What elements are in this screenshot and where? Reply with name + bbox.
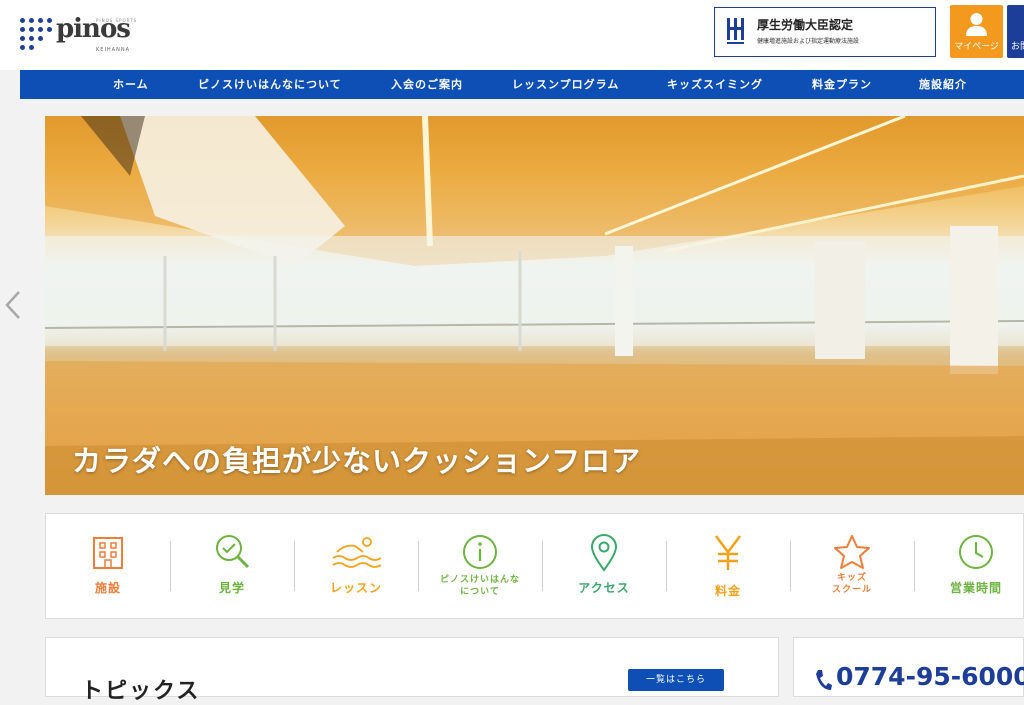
quick-links-bar: 施設 見学 レッスン ピノスけいはんな について アクセス 料金 キッズ スクー… — [45, 513, 1024, 619]
search-check-icon — [216, 535, 250, 569]
logo-tagline: KEIHANNA — [96, 47, 130, 53]
quick-link-lesson-label: レッスン — [329, 581, 382, 595]
nav-item-home[interactable]: ホーム — [113, 70, 149, 99]
logo-dots-mark — [20, 18, 54, 52]
quick-link-hours-label: 営業時間 — [949, 581, 1002, 595]
phone-icon — [816, 670, 832, 690]
quick-link-kids-school-label-line1: キッズ — [836, 573, 867, 583]
quick-link-about-label-line1: ピノスけいはんな — [439, 575, 520, 585]
map-pin-icon — [590, 534, 618, 572]
site-header: PINOS SPORTS pinos KEIHANNA 厚生労働大臣認定 健康増… — [0, 0, 1024, 70]
quick-link-kids-school[interactable]: キッズ スクール — [790, 514, 914, 618]
quick-link-lesson[interactable]: レッスン — [294, 514, 418, 618]
certification-subtitle: 健康増進施設および指定運動療法施設 — [757, 38, 860, 45]
topics-title: トピックス — [81, 679, 201, 704]
star-icon — [834, 535, 870, 569]
certification-banner[interactable]: 厚生労働大臣認定 健康増進施設および指定運動療法施設 — [714, 7, 936, 57]
hero-caption: カラダへの負担が少ないクッションフロア — [72, 444, 642, 478]
quick-link-tour[interactable]: 見学 — [170, 514, 294, 618]
quick-link-kids-school-label-line2: スクール — [831, 585, 872, 595]
yen-icon — [715, 535, 741, 570]
quick-link-facility[interactable]: 施設 — [46, 514, 170, 618]
quick-link-about[interactable]: ピノスけいはんな について — [418, 514, 542, 618]
topics-section: トピックス 一覧はこちら — [45, 637, 779, 704]
quick-link-tour-label: 見学 — [218, 581, 245, 595]
quick-link-facility-label: 施設 — [94, 581, 121, 595]
slider-prev-arrow-icon[interactable] — [4, 290, 22, 320]
contact-box: 0774-95-6000 — [793, 637, 1024, 697]
quick-link-price-label: 料金 — [714, 584, 741, 598]
main-nav: ホーム ピノスけいはんなについて 入会のご案内 レッスンプログラム キッズスイミ… — [20, 70, 1024, 99]
swimmer-icon — [332, 537, 381, 568]
nav-item-pricing[interactable]: 料金プラン — [812, 70, 872, 99]
clock-icon — [959, 535, 993, 569]
nav-item-about[interactable]: ピノスけいはんなについて — [198, 70, 342, 99]
mypage-button[interactable]: マイページ — [950, 5, 1003, 58]
building-icon — [93, 537, 123, 569]
nav-item-facilities[interactable]: 施設紹介 — [919, 70, 967, 99]
info-icon — [463, 535, 497, 569]
mypage-label: マイページ — [954, 42, 999, 52]
quick-link-price[interactable]: 料金 — [666, 514, 790, 618]
nav-item-kids-swimming[interactable]: キッズスイミング — [667, 70, 763, 99]
nav-item-join[interactable]: 入会のご案内 — [391, 70, 463, 99]
contact-header-button[interactable]: お問 — [1007, 5, 1024, 58]
certification-title: 厚生労働大臣認定 — [757, 18, 854, 32]
quick-link-access-label: アクセス — [578, 581, 630, 595]
logo-text: pinos — [56, 14, 131, 44]
site-logo[interactable]: PINOS SPORTS pinos KEIHANNA — [20, 14, 150, 56]
nav-item-lessons[interactable]: レッスンプログラム — [512, 70, 619, 99]
certification-mark-icon — [727, 18, 744, 44]
quick-link-access[interactable]: アクセス — [542, 514, 666, 618]
quick-link-hours[interactable]: 営業時間 — [914, 514, 1024, 618]
hero-slide: カラダへの負担が少ないクッションフロア — [45, 116, 1024, 495]
topics-view-all-button[interactable]: 一覧はこちら — [628, 669, 724, 691]
contact-header-label: お問 — [1011, 42, 1024, 52]
quick-link-about-label-line2: について — [460, 587, 500, 597]
user-icon — [966, 13, 987, 36]
